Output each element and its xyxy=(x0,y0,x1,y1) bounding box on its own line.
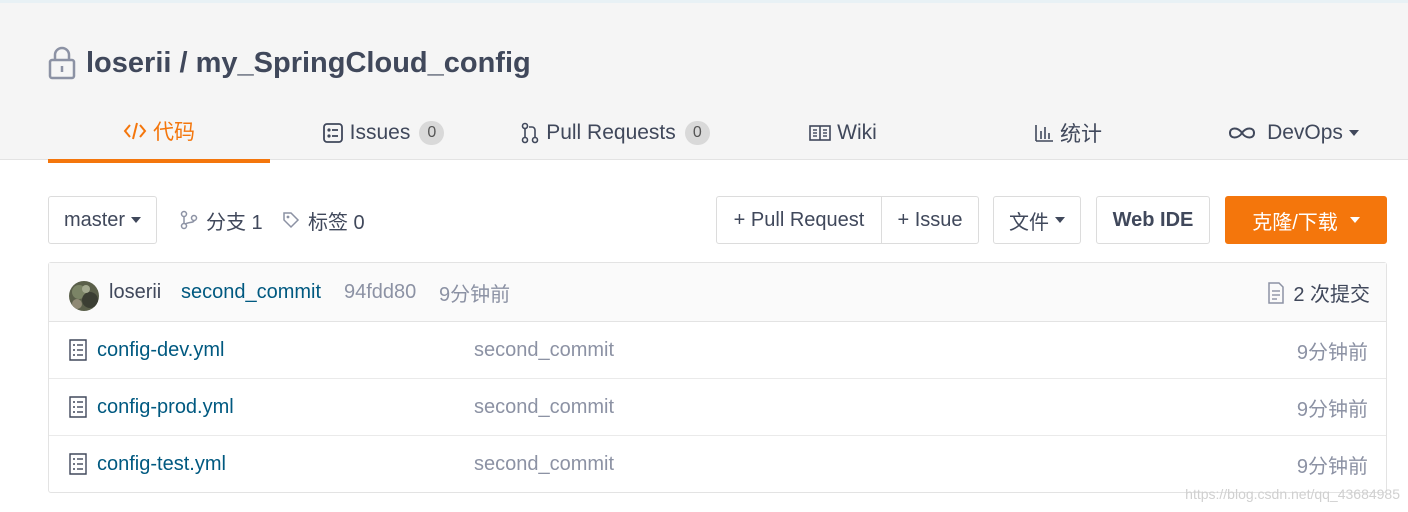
pull-requests-count-badge: 0 xyxy=(684,121,710,145)
web-ide-button[interactable]: Web IDE xyxy=(1096,196,1210,244)
branch-select-label: master xyxy=(63,208,126,231)
file-icon xyxy=(69,453,87,475)
new-issue-label: + Issue xyxy=(897,208,963,231)
commit-count-link[interactable]: 2 次提交 xyxy=(1267,263,1370,322)
commit-history-icon xyxy=(1268,281,1285,304)
file-commit-time: 9分钟前 xyxy=(1296,342,1368,364)
file-commit-time: 9分钟前 xyxy=(1296,456,1368,478)
tab-pull-requests[interactable]: Pull Requests 0 xyxy=(520,103,710,163)
branch-icon xyxy=(180,210,198,230)
file-commit-message[interactable]: second_commit xyxy=(474,379,614,436)
tab-issues[interactable]: Issues 0 xyxy=(318,103,448,163)
chevron-down-icon xyxy=(1349,217,1360,223)
tab-stats[interactable]: 统计 xyxy=(1028,103,1108,163)
file-browser: loserii second_commit 94fdd80 9分钟前 2 次提交… xyxy=(48,262,1387,493)
clone-download-button[interactable]: 克隆/下载 xyxy=(1225,196,1387,244)
file-row[interactable]: config-test.yml second_commit 9分钟前 xyxy=(49,436,1386,493)
file-row[interactable]: config-dev.yml second_commit 9分钟前 xyxy=(49,322,1386,379)
chevron-down-icon xyxy=(1348,130,1359,136)
file-commit-message[interactable]: second_commit xyxy=(474,322,614,379)
chevron-down-icon xyxy=(131,217,142,223)
repo-separator: / xyxy=(171,46,196,79)
new-issue-button[interactable]: + Issue xyxy=(881,196,979,244)
web-ide-label: Web IDE xyxy=(1112,208,1194,231)
repo-tabs: 代码 Issues 0 Pull Requests 0 Wiki 统计 DevO… xyxy=(48,103,1408,163)
file-menu-label: 文件 xyxy=(1009,211,1049,234)
tab-wiki[interactable]: Wiki xyxy=(803,103,883,163)
tab-stats-label: 统计 xyxy=(1060,123,1102,146)
tab-pull-requests-label: Pull Requests xyxy=(546,121,676,144)
stats-icon xyxy=(1035,125,1053,142)
lock-icon xyxy=(48,46,76,80)
tab-code[interactable]: 代码 xyxy=(48,103,270,163)
branches-count: 分支 1 xyxy=(206,211,263,234)
code-icon xyxy=(123,122,147,140)
clone-download-label: 克隆/下载 xyxy=(1252,211,1338,234)
repo-title: loserii / my_SpringCloud_config xyxy=(48,43,531,83)
issues-icon xyxy=(322,123,343,143)
new-pull-request-label: + Pull Request xyxy=(733,208,865,231)
commit-author[interactable]: loserii xyxy=(109,263,161,322)
branches-link[interactable]: 分支 1 xyxy=(180,196,263,244)
tab-issues-label: Issues xyxy=(349,121,411,144)
repo-owner-link[interactable]: loserii xyxy=(86,47,171,80)
chevron-down-icon xyxy=(1055,217,1065,223)
commit-hash[interactable]: 94fdd80 xyxy=(344,263,416,322)
file-icon xyxy=(69,339,87,361)
tags-link[interactable]: 标签 0 xyxy=(282,196,365,244)
tab-wiki-label: Wiki xyxy=(837,121,877,144)
tag-icon xyxy=(283,212,300,229)
file-name-link[interactable]: config-dev.yml xyxy=(97,322,224,379)
file-row[interactable]: config-prod.yml second_commit 9分钟前 xyxy=(49,379,1386,436)
tab-code-label: 代码 xyxy=(153,121,195,144)
avatar[interactable] xyxy=(69,281,99,311)
last-commit-bar: loserii second_commit 94fdd80 9分钟前 2 次提交 xyxy=(49,263,1386,322)
file-name-link[interactable]: config-test.yml xyxy=(97,436,226,493)
tags-count: 标签 0 xyxy=(308,211,365,234)
issues-count-badge: 0 xyxy=(419,121,445,145)
file-commit-message[interactable]: second_commit xyxy=(474,436,614,493)
wiki-icon xyxy=(809,125,831,141)
repo-name-link[interactable]: my_SpringCloud_config xyxy=(196,47,531,80)
file-icon xyxy=(69,396,87,418)
branch-select[interactable]: master xyxy=(48,196,157,244)
file-commit-time: 9分钟前 xyxy=(1296,399,1368,421)
file-name-link[interactable]: config-prod.yml xyxy=(97,379,234,436)
commit-count: 2 次提交 xyxy=(1293,284,1370,306)
tab-devops-label: DevOps xyxy=(1267,121,1343,144)
commit-time: 9分钟前 xyxy=(439,284,511,306)
commit-message[interactable]: second_commit xyxy=(181,263,321,322)
new-pull-request-button[interactable]: + Pull Request xyxy=(716,196,882,244)
repo-header: loserii / my_SpringCloud_config 代码 Issue… xyxy=(0,0,1408,163)
pull-request-icon xyxy=(521,122,539,144)
tab-devops[interactable]: DevOps xyxy=(1223,103,1363,163)
file-menu-button[interactable]: 文件 xyxy=(993,196,1081,244)
repo-toolbar: master 分支 1 标签 0 + Pull Request + Issue … xyxy=(48,196,1388,245)
watermark: https://blog.csdn.net/qq_43684985 xyxy=(1185,486,1400,502)
devops-icon xyxy=(1229,127,1256,139)
